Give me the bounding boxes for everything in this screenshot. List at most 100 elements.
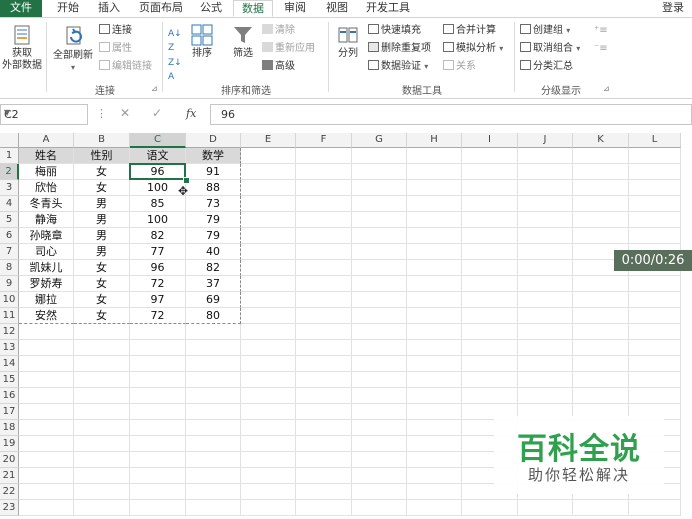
- empty-cell[interactable]: [19, 388, 74, 404]
- empty-cell[interactable]: [462, 372, 518, 388]
- empty-cell[interactable]: [130, 388, 186, 404]
- empty-cell[interactable]: [518, 308, 573, 324]
- empty-cell[interactable]: [296, 340, 352, 356]
- empty-cell[interactable]: [241, 228, 296, 244]
- empty-cell[interactable]: [19, 468, 74, 484]
- empty-cell[interactable]: [241, 324, 296, 340]
- empty-cell[interactable]: [629, 276, 681, 292]
- empty-cell[interactable]: [407, 212, 462, 228]
- empty-cell[interactable]: [573, 292, 629, 308]
- empty-cell[interactable]: [518, 324, 573, 340]
- empty-cell[interactable]: [352, 436, 407, 452]
- empty-cell[interactable]: [186, 404, 241, 420]
- empty-cell[interactable]: [407, 436, 462, 452]
- empty-cell[interactable]: [296, 420, 352, 436]
- empty-cell[interactable]: [296, 324, 352, 340]
- empty-cell[interactable]: [241, 436, 296, 452]
- empty-cell[interactable]: [19, 420, 74, 436]
- empty-cell[interactable]: [352, 212, 407, 228]
- empty-cell[interactable]: [518, 340, 573, 356]
- empty-cell[interactable]: [407, 228, 462, 244]
- empty-cell[interactable]: [296, 164, 352, 180]
- empty-cell[interactable]: [186, 436, 241, 452]
- empty-cell[interactable]: [518, 228, 573, 244]
- tab-page-layout[interactable]: 页面布局: [132, 0, 190, 17]
- row-header[interactable]: 13: [0, 340, 19, 356]
- table-cell[interactable]: 96: [130, 260, 186, 276]
- row-header[interactable]: 11: [0, 308, 19, 324]
- empty-cell[interactable]: [352, 292, 407, 308]
- empty-cell[interactable]: [352, 404, 407, 420]
- empty-cell[interactable]: [241, 308, 296, 324]
- empty-cell[interactable]: [74, 340, 130, 356]
- empty-cell[interactable]: [629, 196, 681, 212]
- row-header[interactable]: 23: [0, 500, 19, 516]
- empty-cell[interactable]: [130, 324, 186, 340]
- table-cell[interactable]: 冬青头: [19, 196, 74, 212]
- empty-cell[interactable]: [462, 388, 518, 404]
- empty-cell[interactable]: [241, 260, 296, 276]
- empty-cell[interactable]: [407, 404, 462, 420]
- empty-cell[interactable]: [462, 340, 518, 356]
- tab-developer[interactable]: 开发工具: [360, 0, 416, 17]
- empty-cell[interactable]: [296, 292, 352, 308]
- empty-cell[interactable]: [296, 228, 352, 244]
- advanced-filter-button[interactable]: 高级: [262, 60, 295, 74]
- show-detail-icon[interactable]: ⁺≡: [594, 24, 608, 38]
- row-header[interactable]: 4: [0, 196, 19, 212]
- empty-cell[interactable]: [629, 308, 681, 324]
- empty-cell[interactable]: [407, 356, 462, 372]
- column-header[interactable]: A: [19, 133, 74, 148]
- row-header[interactable]: 20: [0, 452, 19, 468]
- tab-file[interactable]: 文件: [0, 0, 42, 17]
- empty-cell[interactable]: [573, 164, 629, 180]
- empty-cell[interactable]: [241, 292, 296, 308]
- data-validation-button[interactable]: 数据验证 ▾: [368, 60, 428, 74]
- table-cell[interactable]: 男: [74, 228, 130, 244]
- empty-cell[interactable]: [352, 500, 407, 516]
- empty-cell[interactable]: [573, 148, 629, 164]
- row-header[interactable]: 16: [0, 388, 19, 404]
- empty-cell[interactable]: [629, 292, 681, 308]
- empty-cell[interactable]: [130, 372, 186, 388]
- empty-cell[interactable]: [462, 356, 518, 372]
- column-header[interactable]: G: [352, 133, 407, 148]
- empty-cell[interactable]: [629, 228, 681, 244]
- empty-cell[interactable]: [407, 324, 462, 340]
- empty-cell[interactable]: [241, 356, 296, 372]
- empty-cell[interactable]: [296, 484, 352, 500]
- empty-cell[interactable]: [573, 372, 629, 388]
- empty-cell[interactable]: [296, 196, 352, 212]
- empty-cell[interactable]: [241, 244, 296, 260]
- empty-cell[interactable]: [407, 244, 462, 260]
- empty-cell[interactable]: [130, 420, 186, 436]
- empty-cell[interactable]: [629, 164, 681, 180]
- more-options-icon[interactable]: ⋮: [96, 107, 107, 120]
- row-header[interactable]: 19: [0, 436, 19, 452]
- table-cell[interactable]: 72: [130, 308, 186, 324]
- table-cell[interactable]: 安然: [19, 308, 74, 324]
- empty-cell[interactable]: [241, 468, 296, 484]
- table-cell[interactable]: 40: [186, 244, 241, 260]
- sort-button[interactable]: 排序: [188, 24, 216, 60]
- tab-home[interactable]: 开始: [48, 0, 88, 17]
- empty-cell[interactable]: [573, 308, 629, 324]
- empty-cell[interactable]: [352, 372, 407, 388]
- empty-cell[interactable]: [518, 212, 573, 228]
- empty-cell[interactable]: [296, 308, 352, 324]
- table-cell[interactable]: 孙晓章: [19, 228, 74, 244]
- empty-cell[interactable]: [296, 500, 352, 516]
- empty-cell[interactable]: [296, 372, 352, 388]
- empty-cell[interactable]: [629, 356, 681, 372]
- empty-cell[interactable]: [407, 484, 462, 500]
- table-cell[interactable]: 80: [186, 308, 241, 324]
- column-header[interactable]: C: [130, 133, 186, 148]
- empty-cell[interactable]: [186, 388, 241, 404]
- consolidate-button[interactable]: 合并计算: [443, 24, 496, 38]
- row-header[interactable]: 7: [0, 244, 19, 260]
- empty-cell[interactable]: [296, 436, 352, 452]
- empty-cell[interactable]: [407, 164, 462, 180]
- empty-cell[interactable]: [407, 388, 462, 404]
- empty-cell[interactable]: [462, 260, 518, 276]
- formula-input[interactable]: 96: [210, 104, 692, 125]
